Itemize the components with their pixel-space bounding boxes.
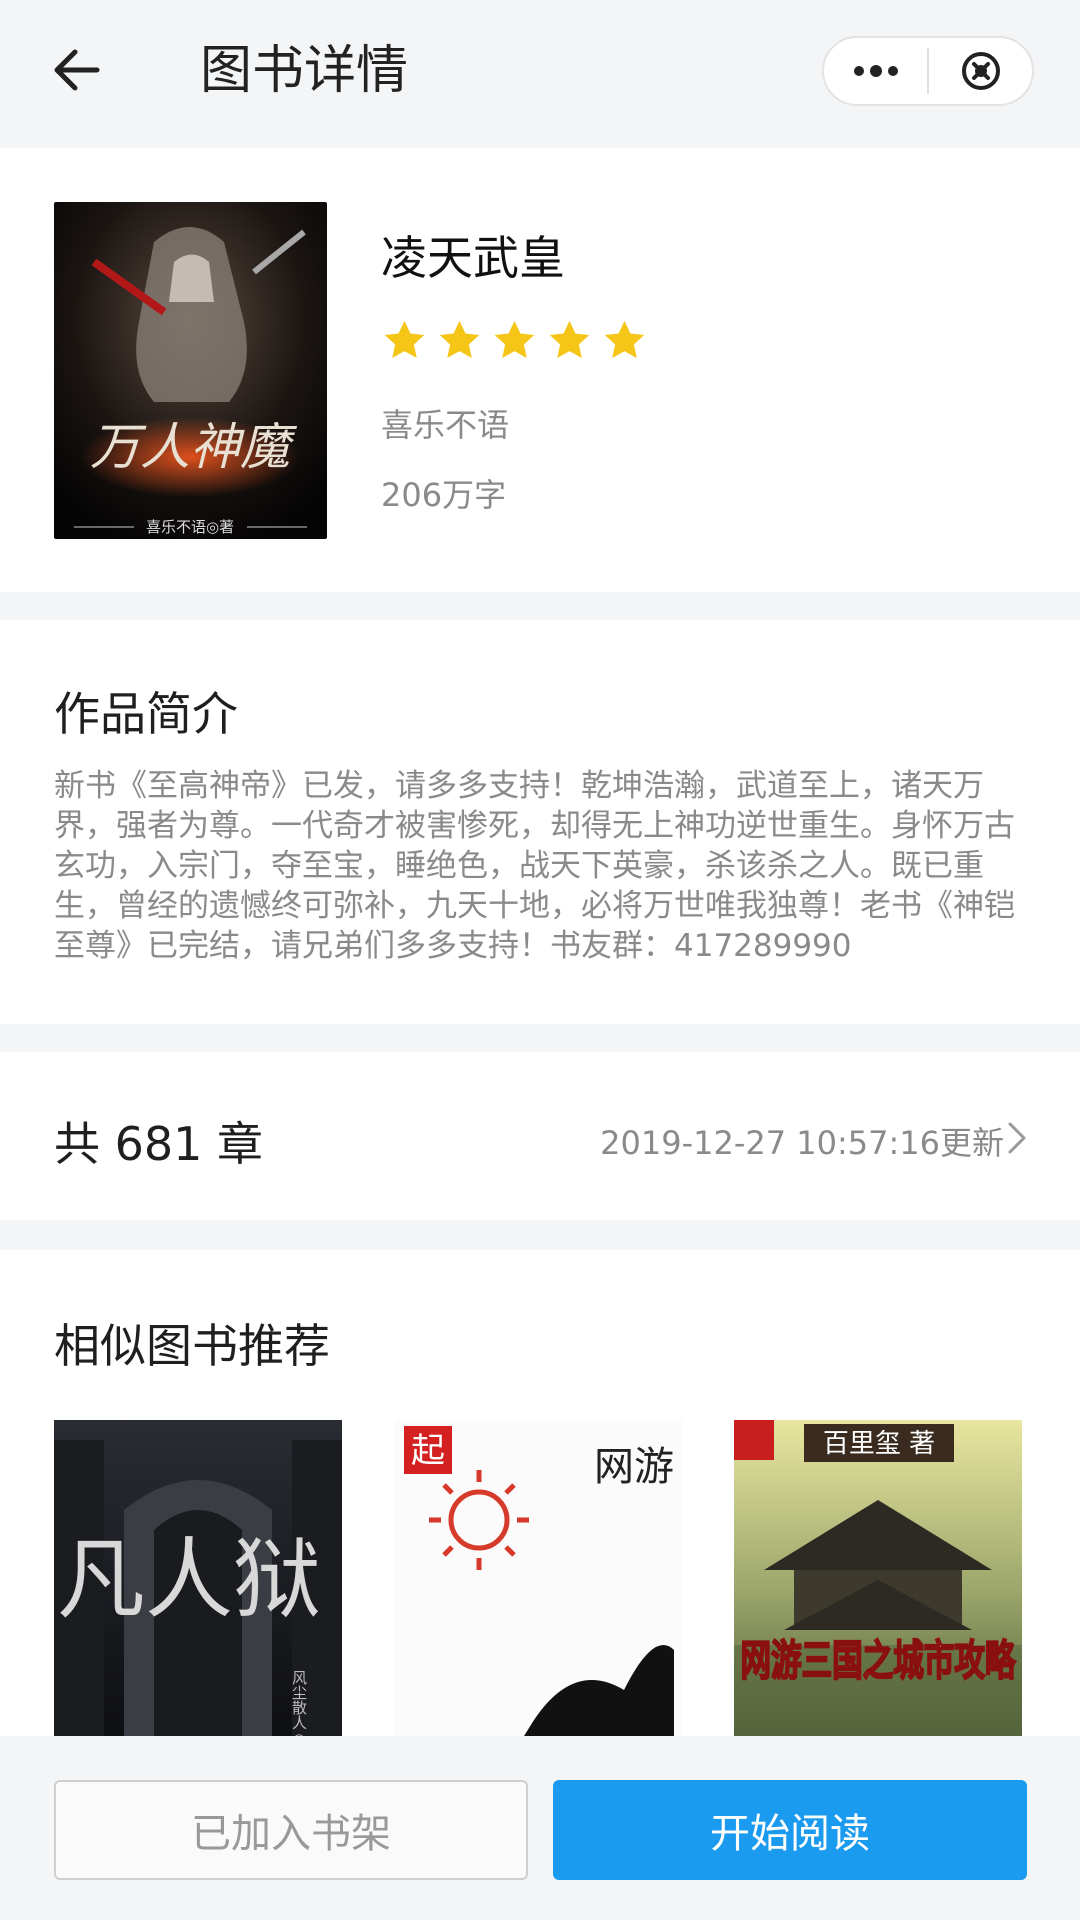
recommend-list: 凡人狱 风尘散人◎著 起 网游 射线 九天人来 xyxy=(54,1420,1022,1736)
book-author: 喜乐不语 xyxy=(381,406,510,444)
intro-text: 新书《至高神帝》已发，请多多支持！乾坤浩瀚，武道至上，诸天万界，强者为尊。一代奇… xyxy=(54,768,1015,964)
star-icon xyxy=(549,320,590,359)
book-info-card: 万人神魔 喜乐不语◎著 凌天武皇 喜乐不语 206万字 xyxy=(0,148,1080,592)
chevron-right-icon xyxy=(1006,1120,1028,1160)
book-word-count: 206万字 xyxy=(381,476,507,514)
star-icon xyxy=(439,320,480,359)
top-nav-bar: 图书详情 xyxy=(0,0,1080,148)
page-title: 图书详情 xyxy=(200,41,409,101)
cover-title-art: 网游 射线 九天人来 xyxy=(594,1444,682,1490)
recommend-book-cover[interactable]: 百里玺 著 网游三国之城市攻略 xyxy=(734,1420,1022,1736)
cover-author-art: 喜乐不语◎著 xyxy=(146,518,234,536)
more-options-icon[interactable] xyxy=(824,38,927,104)
rating-stars xyxy=(381,318,648,364)
star-icon xyxy=(384,320,425,359)
mini-program-capsule xyxy=(822,36,1034,106)
recommend-book-cover[interactable]: 凡人狱 风尘散人◎著 xyxy=(54,1420,342,1736)
chapter-list-row[interactable]: 共 681 章 2019-12-27 10:57:16更新 xyxy=(0,1052,1080,1220)
similar-heading: 相似图书推荐 xyxy=(54,1319,330,1373)
intro-heading: 作品简介 xyxy=(54,687,238,741)
book-title: 凌天武皇 xyxy=(381,231,565,285)
recommend-book-cover[interactable]: 起 网游 射线 九天人来 xyxy=(394,1420,682,1736)
book-cover: 万人神魔 喜乐不语◎著 xyxy=(54,202,327,539)
back-arrow-icon[interactable] xyxy=(44,38,108,102)
cover-title-art: 万人神魔 xyxy=(90,418,298,476)
cover-author-art: 风尘散人◎著 xyxy=(290,1670,308,1736)
cover-title-art: 网游三国之城市攻略 xyxy=(741,1636,1017,1685)
cover-title-art: 凡人狱 xyxy=(57,1528,321,1631)
last-update-time: 2019-12-27 10:57:16更新 xyxy=(600,1124,1004,1162)
start-reading-button[interactable]: 开始阅读 xyxy=(553,1780,1027,1880)
star-icon xyxy=(604,320,645,359)
bottom-action-bar: 已加入书架 开始阅读 xyxy=(0,1736,1080,1920)
similar-books-section: 相似图书推荐 凡人狱 风尘散人◎著 起 网游 百里玺 著 网游三国之城市攻略 xyxy=(0,1250,1080,1790)
intro-section: 作品简介 新书《至高神帝》已发，请多多支持！乾坤浩瀚，武道至上，诸天万界，强者为… xyxy=(0,620,1080,1024)
cover-author-art: 百里玺 著 xyxy=(823,1429,935,1459)
close-icon[interactable] xyxy=(929,38,1032,104)
chapter-count: 共 681 章 xyxy=(54,1117,264,1171)
publisher-logo-art: 起 xyxy=(411,1431,445,1471)
star-icon xyxy=(494,320,535,359)
added-to-shelf-button[interactable]: 已加入书架 xyxy=(54,1780,528,1880)
